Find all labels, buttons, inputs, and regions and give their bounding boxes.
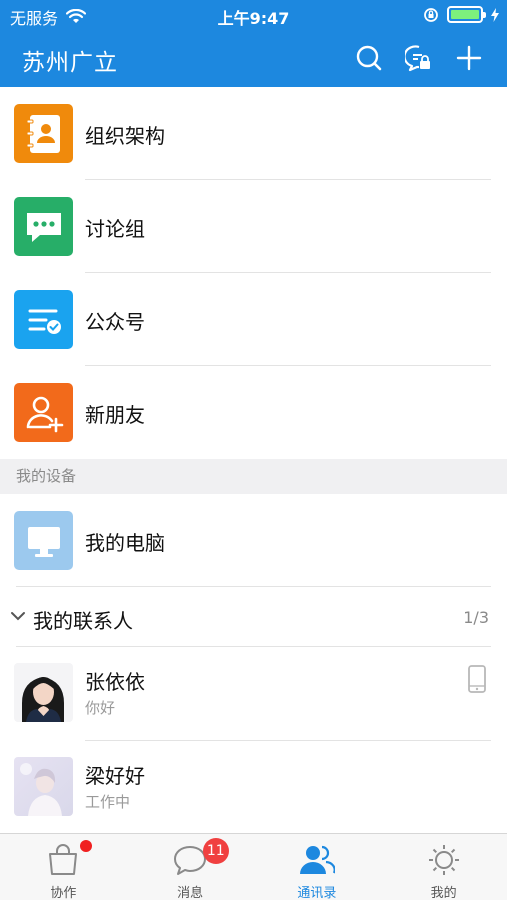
status-bar: 无服务 上午9:47 bbox=[0, 0, 507, 30]
settings-icon bbox=[428, 845, 459, 875]
chat-lock-icon[interactable] bbox=[405, 44, 433, 72]
add-friend-icon bbox=[14, 383, 73, 442]
tab-label: 协作 bbox=[50, 886, 77, 900]
entry-organization[interactable]: 组织架构 bbox=[0, 87, 507, 180]
tab-label: 通讯录 bbox=[297, 886, 337, 900]
entry-label: 讨论组 bbox=[85, 217, 145, 241]
tab-collaboration[interactable]: 协作 bbox=[0, 834, 127, 900]
entry-new-friends[interactable]: 新朋友 bbox=[0, 366, 507, 459]
contacts-count: 1/3 bbox=[463, 608, 489, 627]
tab-contacts[interactable]: 通讯录 bbox=[254, 834, 381, 900]
entry-official-accounts[interactable]: 公众号 bbox=[0, 273, 507, 366]
list-check-icon bbox=[14, 290, 73, 349]
contacts-icon bbox=[299, 845, 335, 874]
tab-bar: 协作 11 消息 通讯录 我的 bbox=[0, 833, 507, 900]
entry-label: 公众号 bbox=[85, 310, 145, 334]
tab-messages[interactable]: 11 消息 bbox=[127, 834, 254, 900]
entry-my-computer[interactable]: 我的电脑 bbox=[0, 494, 507, 587]
notification-dot bbox=[80, 840, 92, 852]
contacts-section-title: 我的联系人 bbox=[33, 609, 133, 633]
add-icon[interactable] bbox=[455, 44, 483, 72]
status-right bbox=[423, 6, 499, 23]
entry-discussion-group[interactable]: 讨论组 bbox=[0, 180, 507, 273]
entry-label: 新朋友 bbox=[85, 403, 145, 427]
search-icon[interactable] bbox=[355, 44, 383, 72]
contact-item[interactable]: 张依依 你好 bbox=[0, 647, 507, 741]
avatar bbox=[14, 663, 73, 722]
nav-bar: 苏州广立 bbox=[0, 30, 507, 87]
tab-mine[interactable]: 我的 bbox=[380, 834, 507, 900]
mobile-phone-icon bbox=[468, 665, 486, 693]
chevron-down-icon bbox=[11, 612, 25, 621]
org-book-icon bbox=[14, 104, 73, 163]
contacts-page: 组织架构 讨论组 公众号 新朋友 我的设备 我的电脑 我的联系人 1/3 张依依… bbox=[0, 87, 507, 833]
contact-status: 你好 bbox=[85, 699, 116, 717]
tab-label: 我的 bbox=[430, 886, 457, 900]
entry-label: 我的电脑 bbox=[85, 531, 165, 555]
nav-actions bbox=[355, 44, 483, 72]
entry-label: 组织架构 bbox=[85, 124, 165, 148]
contact-name: 张依依 bbox=[85, 670, 145, 694]
chat-bubble-icon bbox=[14, 197, 73, 256]
contact-name: 梁好好 bbox=[85, 764, 145, 788]
unread-badge: 11 bbox=[202, 838, 229, 864]
contacts-section-header[interactable]: 我的联系人 1/3 bbox=[0, 587, 507, 647]
charging-icon bbox=[491, 7, 499, 22]
monitor-icon bbox=[14, 511, 73, 570]
section-header-devices: 我的设备 bbox=[0, 459, 507, 494]
bag-icon bbox=[49, 844, 78, 875]
page-title: 苏州广立 bbox=[22, 50, 118, 76]
avatar bbox=[14, 757, 73, 816]
contact-status: 工作中 bbox=[85, 793, 131, 811]
contact-item[interactable]: 梁好好 工作中 bbox=[0, 741, 507, 833]
battery-icon bbox=[447, 6, 486, 23]
tab-label: 消息 bbox=[177, 886, 204, 900]
orientation-lock-icon bbox=[424, 7, 438, 22]
